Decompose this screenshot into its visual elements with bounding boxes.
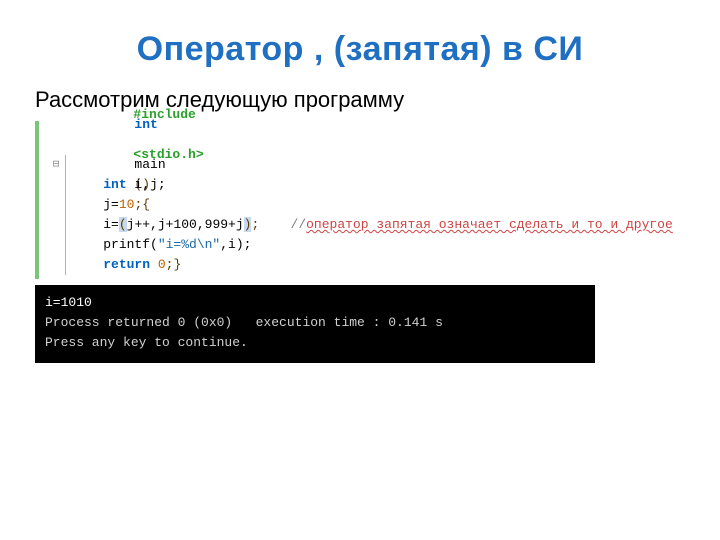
- code-line: int i,j;: [43, 175, 685, 195]
- code-line: ⊟ int main () {: [43, 155, 685, 175]
- code-line: printf("i=%d\n",i);: [43, 235, 685, 255]
- code-line: j=10;: [43, 195, 685, 215]
- code-line: return 0;}: [43, 255, 685, 275]
- console-line: Press any key to continue.: [45, 333, 585, 353]
- identifier: main: [134, 157, 165, 172]
- slide-title: Оператор , (запятая) в CИ: [35, 30, 685, 69]
- change-gutter: [35, 121, 39, 279]
- code-editor: #include <stdio.h> ⊟ int main () { int i…: [35, 121, 685, 279]
- console-line: Process returned 0 (0x0) execution time …: [45, 313, 585, 333]
- console-output: i=1010 Process returned 0 (0x0) executio…: [35, 285, 595, 363]
- keyword-int: int: [134, 117, 157, 132]
- comment: оператор запятая означает сделать и то и…: [306, 217, 673, 232]
- paren-highlight-open: (: [119, 217, 127, 232]
- fold-icon[interactable]: ⊟: [49, 155, 63, 175]
- code-line: i=(j++,j+100,999+j); //оператор запятая …: [43, 215, 685, 235]
- console-line: i=1010: [45, 293, 585, 313]
